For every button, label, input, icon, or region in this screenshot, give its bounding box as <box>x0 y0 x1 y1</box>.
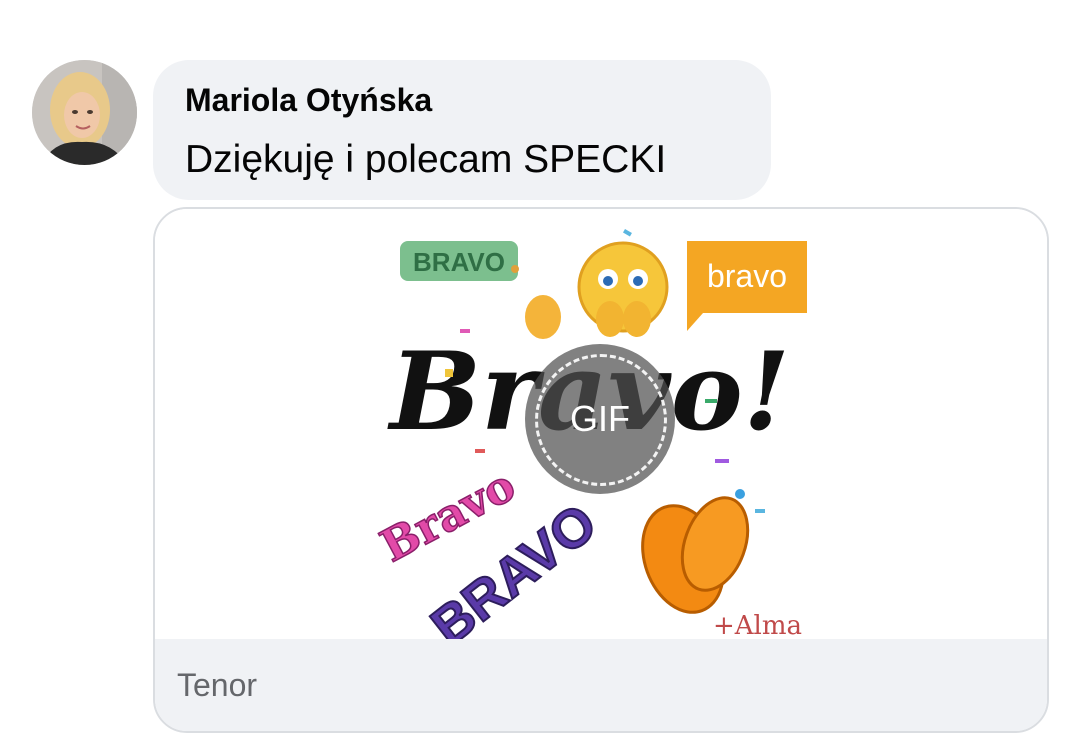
comment-author[interactable]: Mariola Otyńska <box>185 82 432 119</box>
attachment-footer[interactable]: Tenor <box>155 639 1047 731</box>
gif-preview[interactable]: BRAVO bravo Bravo! Bravo BRAVO <box>155 209 1047 639</box>
attachment-source: Tenor <box>177 667 258 703</box>
comment-bubble: Mariola Otyńska Dziękuję i polecam SPECK… <box>153 60 771 200</box>
gif-word-bravo-orange: bravo <box>707 258 787 294</box>
gif-word-alma: +Alma <box>713 611 802 639</box>
avatar-photo-icon <box>32 60 137 165</box>
avatar[interactable] <box>32 60 137 165</box>
gif-attachment-card[interactable]: BRAVO bravo Bravo! Bravo BRAVO <box>153 207 1049 733</box>
clapping-hands-icon <box>641 496 750 614</box>
gif-word-bravo-green: BRAVO <box>413 247 505 277</box>
gif-badge-label: GIF <box>570 398 630 439</box>
comment-text: Dziękuję i polecam SPECKI <box>185 138 667 181</box>
gif-play-button[interactable]: GIF <box>525 344 675 494</box>
cut-off-previous-text: ▪ ▪ ▪ ▪ <box>180 0 275 12</box>
